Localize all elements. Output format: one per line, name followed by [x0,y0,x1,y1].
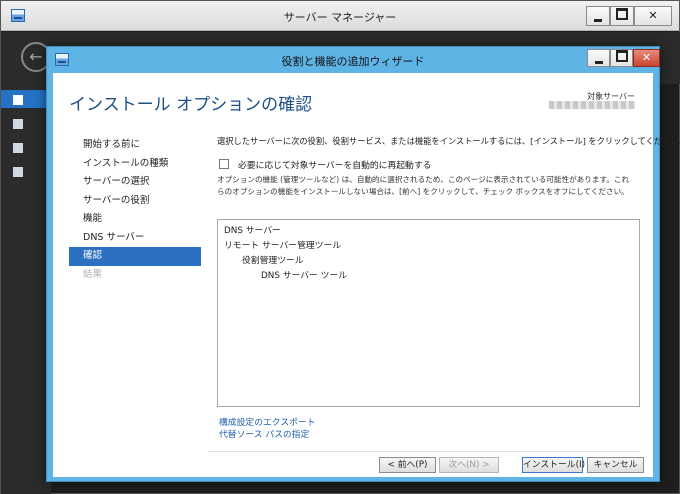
sidebar-item-file-services[interactable] [1,162,51,180]
minimize-button[interactable] [586,6,610,26]
restart-label[interactable]: 必要に応じて対象サーバーを自動的に再起動する [238,158,431,171]
wizard-titlebar[interactable]: 役割と機能の追加ウィザード ✕ [47,47,660,73]
step-confirmation[interactable]: 確認 [69,247,201,266]
close-icon: ✕ [648,9,658,22]
minimize-icon [595,51,603,64]
step-server-selection[interactable]: サーバーの選択 [69,173,201,192]
maximize-button[interactable] [610,6,634,26]
export-config-link[interactable]: 構成設定のエクスポート [219,417,316,429]
file-services-icon [13,167,23,177]
restart-option[interactable]: 必要に応じて対象サーバーを自動的に再起動する [217,158,641,171]
step-before-you-begin[interactable]: 開始する前に [69,136,201,155]
close-button[interactable]: ✕ [634,6,672,26]
step-dns-server[interactable]: DNS サーバー [69,229,201,248]
wizard-content: 選択したサーバーに次の役割、役割サービス、または機能をインストールするには、[イ… [217,135,680,440]
close-icon: ✕ [641,51,652,64]
dashboard-icon [13,95,23,105]
maximize-icon [616,51,628,64]
summary-item-role-admin-tools: 役割管理ツール [242,256,304,266]
server-manager-sidebar [1,84,51,494]
step-server-roles[interactable]: サーバーの役割 [69,192,201,211]
wizard-links: 構成設定のエクスポート 代替ソース パスの指定 [219,417,316,441]
wizard-minimize-button[interactable] [587,49,610,67]
note-line: らのオプションの機能をインストールしない場合は、[前へ] をクリックして、チェッ… [217,186,629,196]
next-button: 次へ(N) > [439,457,499,473]
note-line: オプションの機能 (管理ツールなど) は、自動的に選択されるため、このページに表… [217,175,630,184]
add-roles-wizard: 役割と機能の追加ウィザード ✕ インストール オプションの確認 対象サーバー 開… [46,46,680,482]
step-installation-type[interactable]: インストールの種類 [69,155,201,174]
button-divider [207,451,641,452]
summary-item-rsat: リモート サーバー管理ツール [224,241,342,251]
server-manager-title: サーバー マネージャー [283,11,397,24]
summary-item-dns-server-tools: DNS サーバー ツール [261,271,348,281]
optional-features-note: オプションの機能 (管理ツールなど) は、自動的に選択されるため、このページに表… [217,174,641,197]
alternate-source-link[interactable]: 代替ソース パスの指定 [219,429,316,441]
wizard-title: 役割と機能の追加ウィザード [281,55,425,68]
step-results: 結果 [83,268,103,280]
servers-icon [13,143,23,153]
wizard-maximize-button[interactable] [610,49,633,67]
page-title: インストール オプションの確認 [69,95,313,115]
step-features[interactable]: 機能 [69,210,201,229]
install-button[interactable]: インストール(I) [522,457,585,473]
summary-item-dns-server: DNS サーバー [224,226,281,236]
minimize-icon [594,9,602,22]
target-server-value [549,101,635,109]
restart-checkbox[interactable] [219,159,229,169]
sidebar-item-all-servers[interactable] [1,138,51,156]
installation-summary-list[interactable]: DNS サーバー リモート サーバー管理ツール 役割管理ツール DNS サーバー… [217,219,640,407]
wizard-body: インストール オプションの確認 対象サーバー 開始する前に インストールの種類 … [53,73,680,477]
server-manager-titlebar[interactable]: サーバー マネージャー ✕ [1,1,679,31]
sidebar-item-dashboard[interactable] [1,90,51,108]
previous-button[interactable]: < 前へ(P) [379,457,436,473]
cancel-button[interactable]: キャンセル [587,457,644,473]
intro-text: 選択したサーバーに次の役割、役割サービス、または機能をインストールするには、[イ… [217,136,680,146]
server-icon [13,119,23,129]
sidebar-item-local-server[interactable] [1,114,51,132]
maximize-icon [616,9,628,22]
wizard-steps: 開始する前に インストールの種類 サーバーの選択 サーバーの役割 機能 DNS … [69,136,201,284]
wizard-close-button[interactable]: ✕ [633,49,660,67]
